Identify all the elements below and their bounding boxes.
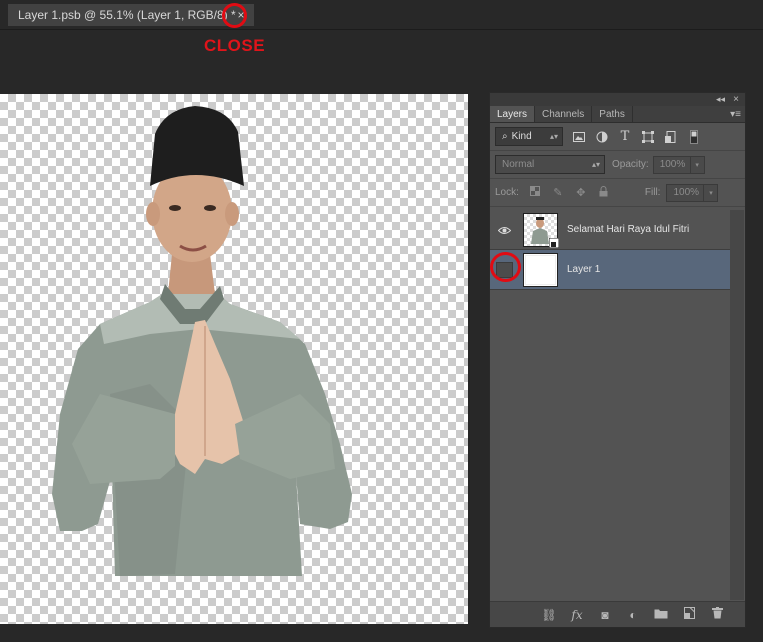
layer-style-fx-icon[interactable]: fx xyxy=(569,608,585,622)
fill-input[interactable]: 100% xyxy=(666,183,705,202)
fill-label: Fill: xyxy=(644,187,661,198)
lock-transparent-pixels-icon[interactable] xyxy=(528,186,542,199)
layer-thumbnail-smart-object[interactable] xyxy=(523,213,559,248)
kind-filter-label: Kind xyxy=(511,131,532,142)
adjustment-layer-icon[interactable]: ◐ xyxy=(625,608,641,622)
document-canvas[interactable] xyxy=(0,94,468,624)
add-mask-icon[interactable]: ◙ xyxy=(597,608,613,622)
layers-scrollbar[interactable] xyxy=(730,210,744,600)
blend-mode-value: Normal xyxy=(502,159,535,170)
image-filter-icon[interactable] xyxy=(572,130,586,144)
collapse-panel-icon[interactable]: ◂◂ xyxy=(716,93,725,106)
visibility-eye-icon[interactable] xyxy=(496,222,513,238)
document-tab-title: Layer 1.psb @ 55.1% (Layer 1, RGB/8) * xyxy=(18,8,236,22)
shape-filter-icon[interactable] xyxy=(641,130,655,144)
left-eye xyxy=(169,205,181,211)
chevron-down-icon[interactable]: ▾ xyxy=(690,155,705,174)
layers-panel-footer: ⛓ fx ◙ ◐ xyxy=(490,601,745,627)
tab-channels[interactable]: Channels xyxy=(535,106,593,122)
lock-position-icon[interactable]: ✥ xyxy=(574,186,588,199)
panel-close-icon[interactable]: × xyxy=(733,93,739,106)
panel-menu-icon[interactable]: ▾≡ xyxy=(730,106,741,123)
layer-name[interactable]: Layer 1 xyxy=(567,250,600,290)
opacity-input[interactable]: 100% xyxy=(652,155,691,174)
link-layers-icon[interactable]: ⛓ xyxy=(541,608,557,622)
dropdown-arrows-icon: ▴▾ xyxy=(591,160,600,169)
layer-name[interactable]: Selamat Hari Raya Idul Fitri xyxy=(567,210,689,250)
new-group-folder-icon[interactable] xyxy=(653,608,669,622)
search-icon: ⌕ xyxy=(502,131,508,142)
opacity-label: Opacity: xyxy=(612,159,649,170)
smart-object-filter-icon[interactable] xyxy=(664,130,678,144)
adjustment-filter-icon[interactable] xyxy=(595,130,609,144)
document-tab[interactable]: Layer 1.psb @ 55.1% (Layer 1, RGB/8) * × xyxy=(8,4,254,26)
kind-filter-dropdown[interactable]: ⌕ Kind ▴▾ xyxy=(495,127,563,146)
panel-tabs: Layers Channels Paths ▾≡ xyxy=(490,106,745,123)
new-layer-icon[interactable] xyxy=(681,607,697,622)
tab-paths[interactable]: Paths xyxy=(592,106,633,122)
close-annotation-label: CLOSE xyxy=(204,36,266,55)
right-eye xyxy=(204,205,216,211)
dropdown-arrows-icon: ▴▾ xyxy=(549,132,558,141)
close-highlight-ring xyxy=(222,3,247,28)
tab-layers[interactable]: Layers xyxy=(490,106,536,122)
lock-image-pixels-icon[interactable]: ✎ xyxy=(551,186,565,199)
layer-filter-row: ⌕ Kind ▴▾ T xyxy=(490,123,745,151)
blend-opacity-row: Normal ▴▾ Opacity: 100% ▾ xyxy=(490,151,745,179)
filter-toggle-icon[interactable] xyxy=(687,129,701,144)
layers-panel: ◂◂ × Layers Channels Paths ▾≡ ⌕ Kind ▴▾ … xyxy=(489,92,746,628)
lock-fill-row: Lock: ✎ ✥ Fill: 100% ▾ xyxy=(490,179,745,207)
panel-title-bar: ◂◂ × xyxy=(490,93,745,106)
right-ear xyxy=(225,202,239,226)
person-image xyxy=(52,106,352,576)
lock-label: Lock: xyxy=(495,187,519,198)
layer-row-layer-1[interactable]: Layer 1 xyxy=(490,250,731,290)
layer-thumbnail-white[interactable] xyxy=(523,253,558,287)
lock-all-icon[interactable] xyxy=(597,185,611,200)
smart-object-badge-icon xyxy=(549,238,559,248)
visibility-highlight-ring xyxy=(490,252,521,282)
blend-mode-dropdown[interactable]: Normal ▴▾ xyxy=(495,155,605,174)
layer-row-selamat[interactable]: Selamat Hari Raya Idul Fitri xyxy=(490,210,731,250)
left-ear xyxy=(146,202,160,226)
layers-list: Selamat Hari Raya Idul Fitri Layer 1 xyxy=(490,210,731,600)
type-filter-icon[interactable]: T xyxy=(618,129,632,144)
peci-hat xyxy=(150,106,244,186)
delete-layer-trash-icon[interactable] xyxy=(709,607,725,622)
document-tab-bar: Layer 1.psb @ 55.1% (Layer 1, RGB/8) * × xyxy=(0,0,763,30)
chevron-down-icon[interactable]: ▾ xyxy=(704,183,719,202)
